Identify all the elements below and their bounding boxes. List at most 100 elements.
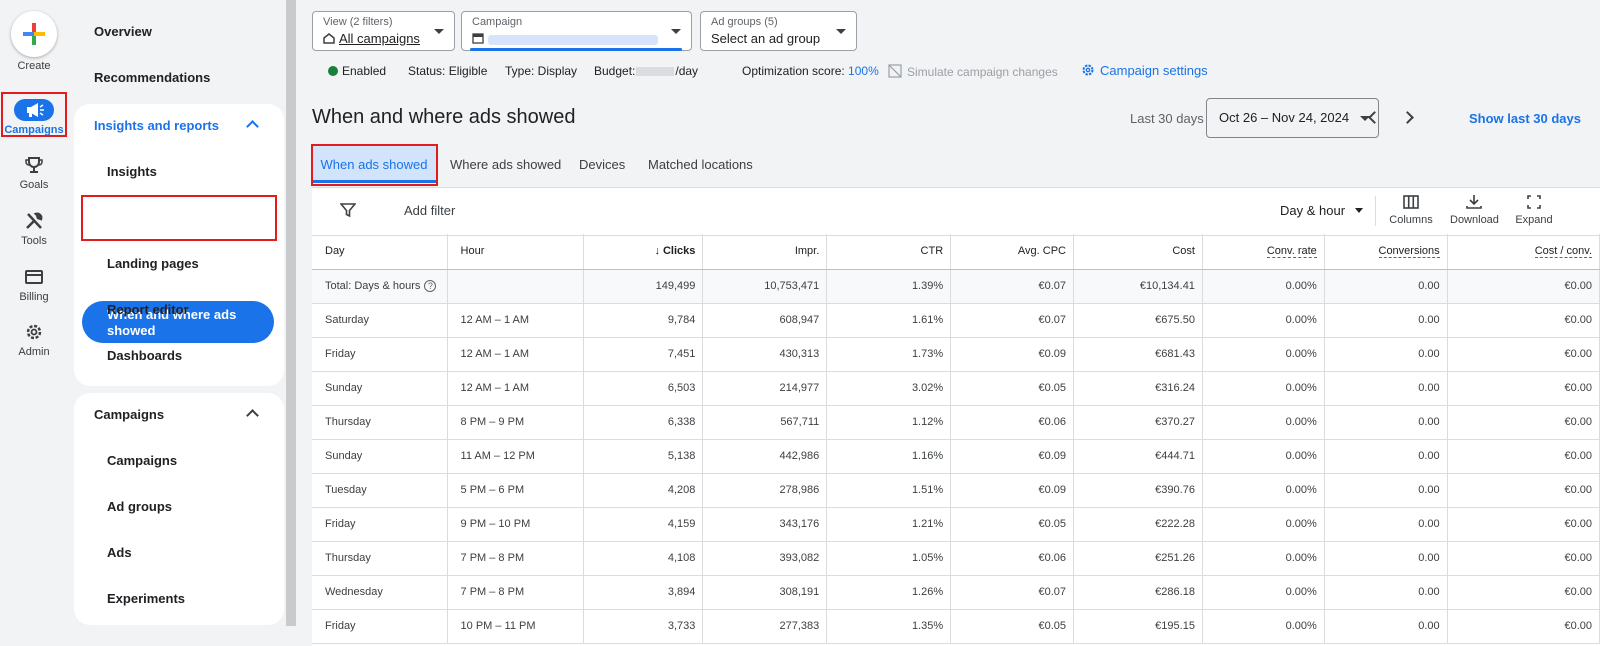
segment-selector[interactable]: Day & hour — [1280, 203, 1363, 218]
billing-nav[interactable]: Billing — [0, 267, 68, 303]
table-cell: €0.00 — [1447, 609, 1600, 644]
ad-group-selector[interactable]: Ad groups (5) Select an ad group — [700, 11, 857, 51]
table-row[interactable]: Sunday 12 AM – 1 AM 6,503 214,977 3.02% €0.05… — [312, 371, 1600, 406]
table-cell: 0.00% — [1202, 575, 1325, 610]
table-cell: 0.00% — [1202, 303, 1325, 338]
table-cell: 567,711 — [702, 405, 828, 440]
sidebar-item-campaigns[interactable]: Campaigns — [107, 453, 177, 468]
column-header-avg-cpc[interactable]: Avg. CPC — [950, 234, 1074, 270]
table-cell: 1.21% — [826, 507, 952, 542]
table-row[interactable]: Wednesday 7 PM – 8 PM 3,894 308,191 1.26% €0.… — [312, 575, 1600, 610]
table-cell: 278,986 — [702, 473, 828, 508]
billing-label: Billing — [19, 291, 49, 303]
tab-matched-locations[interactable]: Matched locations — [648, 145, 753, 183]
tab-where-ads-showed[interactable]: Where ads showed — [450, 145, 561, 183]
column-header-day[interactable]: Day — [312, 234, 448, 270]
chevron-up-icon[interactable] — [246, 409, 259, 422]
table-cell: 214,977 — [702, 371, 828, 406]
table-row[interactable]: Thursday 7 PM – 8 PM 4,108 393,082 1.05% €0.0… — [312, 541, 1600, 576]
column-header-cost[interactable]: Cost — [1073, 234, 1203, 270]
sidebar-item-overview[interactable]: Overview — [94, 24, 152, 39]
view-selector[interactable]: View (2 filters) All campaigns — [312, 11, 455, 51]
sidebar-item-ad-groups[interactable]: Ad groups — [107, 499, 172, 514]
table-row[interactable]: Friday 10 PM – 11 PM 3,733 277,383 1.35% €0.0… — [312, 609, 1600, 644]
column-header-impressions[interactable]: Impr. — [702, 234, 828, 270]
sidebar-scrollbar[interactable] — [286, 0, 296, 626]
table-cell: 1.35% — [826, 609, 952, 644]
highlight-box-tab — [311, 144, 438, 186]
table-cell: €0.00 — [1447, 439, 1600, 474]
campaigns-section: Campaigns Campaigns Ad groups Ads Experi… — [74, 393, 284, 625]
sidebar-item-experiments[interactable]: Experiments — [107, 591, 185, 606]
column-header-cost-per-conv[interactable]: Cost / conv. — [1447, 234, 1600, 270]
campaign-selector[interactable]: Campaign — [461, 11, 692, 51]
expand-button[interactable]: Expand — [1514, 194, 1554, 226]
next-period-icon[interactable] — [1401, 111, 1414, 124]
budget-suffix: /day — [675, 64, 699, 78]
goals-nav[interactable]: Goals — [0, 155, 68, 191]
download-button[interactable]: Download — [1450, 194, 1499, 226]
table-cell: Thursday — [312, 541, 448, 576]
sidebar-item-dashboards[interactable]: Dashboards — [107, 348, 182, 363]
filter-icon[interactable] — [340, 202, 356, 218]
table-cell: €195.15 — [1073, 609, 1203, 644]
enabled-label: Enabled — [342, 64, 387, 78]
help-icon[interactable]: ? — [424, 280, 437, 292]
sidebar-item-ads[interactable]: Ads — [107, 545, 132, 560]
table-cell: Friday — [312, 337, 448, 372]
column-header-ctr[interactable]: CTR — [826, 234, 952, 270]
table-cell: €0.06 — [950, 541, 1074, 576]
column-header-clicks-label: Clicks — [662, 245, 696, 258]
green-dot-icon — [328, 66, 338, 76]
table-row[interactable]: Sunday 11 AM – 12 PM 5,138 442,986 1.16% €0.0… — [312, 439, 1600, 474]
table-cell: 1.26% — [826, 575, 952, 610]
admin-nav[interactable]: Admin — [0, 322, 68, 358]
chevron-up-icon[interactable] — [246, 120, 259, 133]
column-header-clicks[interactable]: ↓ Clicks — [583, 234, 704, 270]
columns-button[interactable]: Columns — [1388, 194, 1434, 226]
credit-card-icon — [25, 270, 43, 284]
report-tabs: When ads showed Where ads showed Devices… — [312, 145, 1600, 185]
table-cell: 3,733 — [583, 609, 704, 644]
optimization-score-value[interactable]: 100% — [848, 64, 879, 78]
table-cell: 0.00 — [1324, 337, 1448, 372]
table-row[interactable]: Tuesday 5 PM – 6 PM 4,208 278,986 1.51% €0.09… — [312, 473, 1600, 508]
table-row[interactable]: Saturday 12 AM – 1 AM 9,784 608,947 1.61% €0.… — [312, 303, 1600, 338]
sidebar-item-report-editor[interactable]: Report editor — [107, 302, 189, 317]
campaign-selector-label: Campaign — [472, 16, 523, 28]
table-row[interactable]: Thursday 8 PM – 9 PM 6,338 567,711 1.12% €0.0… — [312, 405, 1600, 440]
add-filter-button[interactable]: Add filter — [404, 203, 455, 218]
table-cell: €0.00 — [1447, 337, 1600, 372]
no-image-icon — [888, 64, 902, 78]
show-last-30-days-link[interactable]: Show last 30 days — [1469, 111, 1581, 126]
table-toolbar: Add filter Day & hour Columns Download E… — [312, 188, 1600, 236]
campaign-settings-link[interactable]: Campaign settings — [1081, 63, 1208, 78]
table-cell: 1.73% — [826, 337, 952, 372]
table-cell: 0.00 — [1324, 303, 1448, 338]
create-button[interactable] — [11, 11, 57, 57]
tab-devices[interactable]: Devices — [579, 145, 625, 183]
table-cell: 12 AM – 1 AM — [447, 303, 584, 338]
campaigns-section-header[interactable]: Campaigns — [94, 407, 164, 422]
eligibility-status: Status: Eligible — [408, 64, 488, 78]
sidebar-item-recommendations[interactable]: Recommendations — [94, 70, 210, 85]
column-header-conversions[interactable]: Conversions — [1324, 234, 1448, 270]
columns-icon — [1403, 195, 1419, 209]
date-range-picker[interactable]: Oct 26 – Nov 24, 2024 — [1206, 98, 1379, 138]
sidebar-item-insights[interactable]: Insights — [107, 164, 157, 179]
dropdown-arrow-icon — [671, 29, 681, 34]
table-cell: 6,338 — [583, 405, 704, 440]
table-row[interactable]: Friday 12 AM – 1 AM 7,451 430,313 1.73% €0.09… — [312, 337, 1600, 372]
date-range-value: Oct 26 – Nov 24, 2024 — [1219, 110, 1350, 125]
tools-nav[interactable]: Tools — [0, 211, 68, 247]
table-row[interactable]: Friday 9 PM – 10 PM 4,159 343,176 1.21% €0.05… — [312, 507, 1600, 542]
enabled-status: Enabled — [328, 64, 386, 78]
insights-section-header[interactable]: Insights and reports — [94, 118, 219, 133]
column-header-hour[interactable]: Hour — [447, 234, 584, 270]
table-cell: 0.00 — [1324, 575, 1448, 610]
sidebar-item-landing-pages[interactable]: Landing pages — [107, 256, 199, 271]
gear-icon — [26, 324, 42, 340]
table-cell: 10 PM – 11 PM — [447, 609, 584, 644]
column-header-conv-rate[interactable]: Conv. rate — [1202, 234, 1325, 270]
total-cell: €10,134.41 — [1073, 269, 1203, 304]
